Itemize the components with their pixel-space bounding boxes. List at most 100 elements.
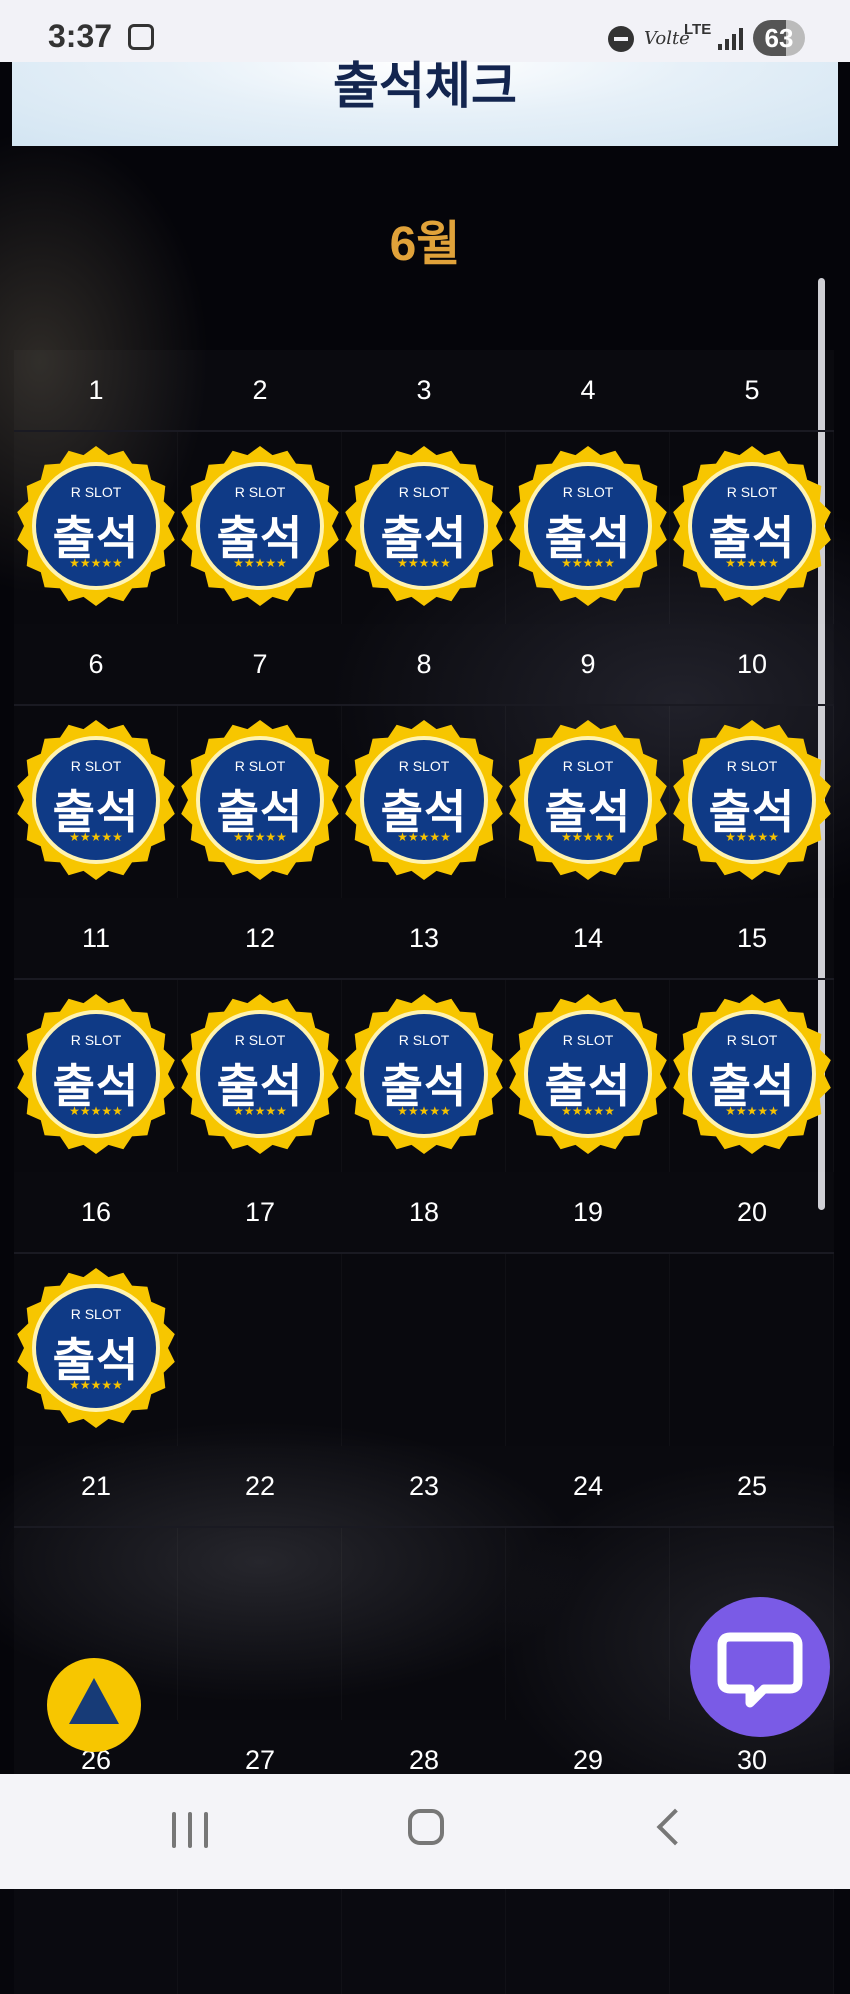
stamp-brand: R SLOT bbox=[398, 484, 450, 500]
triangle-up-icon bbox=[69, 1678, 119, 1724]
day-number: 10 bbox=[670, 624, 834, 704]
day-cell[interactable]: R SLOT출석★★★★★ bbox=[342, 706, 506, 898]
stamp-stars: ★★★★★ bbox=[725, 556, 779, 570]
stamp-brand: R SLOT bbox=[70, 1306, 122, 1322]
day-cell[interactable]: R SLOT출석★★★★★ bbox=[178, 980, 342, 1172]
attendance-stamp: R SLOT 출석 ★★★★★ bbox=[508, 994, 668, 1154]
stamp-stars: ★★★★★ bbox=[561, 556, 615, 570]
stamp-stars: ★★★★★ bbox=[233, 556, 287, 570]
stamp-stars: ★★★★★ bbox=[233, 830, 287, 844]
day-number: 9 bbox=[506, 624, 670, 704]
day-cell[interactable]: R SLOT출석★★★★★ bbox=[178, 1254, 342, 1446]
header-banner: 출석체크 bbox=[12, 58, 838, 146]
day-cell[interactable]: R SLOT출석★★★★★ bbox=[342, 1528, 506, 1720]
attendance-calendar: 12345R SLOT 출석 ★★★★★ R SLOT 출석 ★★★★★ R SLOT 출석 ★… bbox=[14, 350, 834, 1994]
day-cell[interactable]: R SLOT출석★★★★★ bbox=[670, 1254, 834, 1446]
attendance-stamp: R SLOT 출석 ★★★★★ bbox=[672, 446, 832, 606]
day-cell[interactable]: R SLOT출석★★★★★ bbox=[178, 1528, 342, 1720]
stamp-row: R SLOT출석★★★★★R SLOT출석★★★★★R SLOT출석★★★★★R… bbox=[14, 706, 834, 898]
stamp-brand: R SLOT bbox=[562, 484, 614, 500]
calendar-week: 11 12 13 14 15 R SLOT 출석 ★★★★★ R SLOT 출석 ★★★★★ R SL… bbox=[14, 898, 834, 1172]
day-number: 12 bbox=[178, 898, 342, 978]
day-number: 7 bbox=[178, 624, 342, 704]
day-cell[interactable]: R SLOT출석★★★★★ bbox=[342, 1254, 506, 1446]
scroll-top-button[interactable] bbox=[47, 1658, 141, 1752]
recents-icon[interactable] bbox=[172, 1812, 210, 1848]
stamp-brand: R SLOT bbox=[234, 758, 286, 774]
attendance-stamp: R SLOT 출석 ★★★★★ bbox=[672, 994, 832, 1154]
day-number: 15 bbox=[670, 898, 834, 978]
day-cell[interactable]: R SLOT출석★★★★★ bbox=[14, 1254, 178, 1446]
day-number: 20 bbox=[670, 1172, 834, 1252]
chat-button[interactable] bbox=[690, 1597, 830, 1737]
day-cell[interactable]: R SLOT출석★★★★★ bbox=[506, 706, 670, 898]
screenshot-icon bbox=[128, 24, 154, 50]
stamp-row: R SLOT출석★★★★★R SLOT출석★★★★★R SLOT출석★★★★★R… bbox=[14, 1254, 834, 1446]
day-number: 1 bbox=[14, 350, 178, 430]
day-cell[interactable]: R SLOT출석★★★★★ bbox=[178, 706, 342, 898]
day-number: 18 bbox=[342, 1172, 506, 1252]
day-number: 25 bbox=[670, 1446, 834, 1526]
day-number: 24 bbox=[506, 1446, 670, 1526]
attendance-stamp: R SLOT 출석 ★★★★★ bbox=[508, 446, 668, 606]
day-cell[interactable]: R SLOT출석★★★★★ bbox=[506, 1528, 670, 1720]
day-cell[interactable]: R SLOT출석★★★★★ bbox=[506, 432, 670, 624]
stamp-stars: ★★★★★ bbox=[397, 1104, 451, 1118]
attendance-stamp: R SLOT 출석 ★★★★★ bbox=[16, 446, 176, 606]
attendance-stamp: R SLOT 출석 ★★★★★ bbox=[344, 446, 504, 606]
day-cell[interactable]: R SLOT출석★★★★★ bbox=[670, 432, 834, 624]
stamp-row: R SLOT출석★★★★★R SLOT출석★★★★★R SLOT출석★★★★★R… bbox=[14, 432, 834, 624]
stamp-brand: R SLOT bbox=[234, 484, 286, 500]
stamp-stars: ★★★★★ bbox=[69, 1104, 123, 1118]
do-not-disturb-icon bbox=[608, 26, 634, 52]
stamp-brand: R SLOT bbox=[70, 1032, 122, 1048]
stamp-stars: ★★★★★ bbox=[561, 830, 615, 844]
day-number: 23 bbox=[342, 1446, 506, 1526]
attendance-stamp: R SLOT 출석 ★★★★★ bbox=[508, 720, 668, 880]
attendance-stamp: R SLOT 출석 ★★★★★ bbox=[180, 994, 340, 1154]
day-number: 22 bbox=[178, 1446, 342, 1526]
attendance-stamp: R SLOT 출석 ★★★★★ bbox=[344, 720, 504, 880]
signal-icon bbox=[718, 28, 746, 50]
day-number: 11 bbox=[14, 898, 178, 978]
day-number-row: 21 22 23 24 25 bbox=[14, 1446, 834, 1528]
day-cell[interactable]: R SLOT출석★★★★★ bbox=[670, 980, 834, 1172]
day-number: 21 bbox=[14, 1446, 178, 1526]
attendance-stamp: R SLOT 출석 ★★★★★ bbox=[672, 720, 832, 880]
back-icon[interactable] bbox=[656, 1808, 694, 1846]
day-cell[interactable]: R SLOT출석★★★★★ bbox=[342, 980, 506, 1172]
day-cell[interactable]: R SLOT출석★★★★★ bbox=[670, 706, 834, 898]
day-number: 2 bbox=[178, 350, 342, 430]
stamp-brand: R SLOT bbox=[726, 484, 778, 500]
day-cell[interactable]: R SLOT출석★★★★★ bbox=[506, 980, 670, 1172]
day-number: 8 bbox=[342, 624, 506, 704]
day-number: 13 bbox=[342, 898, 506, 978]
stamp-stars: ★★★★★ bbox=[69, 1378, 123, 1392]
day-number: 16 bbox=[14, 1172, 178, 1252]
home-icon[interactable] bbox=[408, 1809, 444, 1845]
stamp-stars: ★★★★★ bbox=[561, 1104, 615, 1118]
stamp-stars: ★★★★★ bbox=[725, 1104, 779, 1118]
stamp-stars: ★★★★★ bbox=[69, 830, 123, 844]
day-cell[interactable]: R SLOT출석★★★★★ bbox=[178, 432, 342, 624]
day-number-row: 12345 bbox=[14, 350, 834, 432]
stamp-brand: R SLOT bbox=[726, 758, 778, 774]
stamp-brand: R SLOT bbox=[398, 1032, 450, 1048]
stamp-brand: R SLOT bbox=[234, 1032, 286, 1048]
day-cell[interactable]: R SLOT출석★★★★★ bbox=[342, 432, 506, 624]
day-number: 5 bbox=[670, 350, 834, 430]
day-number: 3 bbox=[342, 350, 506, 430]
page-title: 출석체크 bbox=[333, 58, 517, 114]
day-cell[interactable]: R SLOT출석★★★★★ bbox=[506, 1254, 670, 1446]
day-number-row: 6 7 8 9 10 bbox=[14, 624, 834, 706]
attendance-stamp: R SLOT 출석 ★★★★★ bbox=[16, 720, 176, 880]
calendar-week: 1617181920R SLOT출석★★★★★R SLOT출석★★★★★R SL… bbox=[14, 1172, 834, 1446]
day-number-row: 16 17 18 19 20 bbox=[14, 1172, 834, 1254]
day-cell[interactable]: R SLOT출석★★★★★ bbox=[14, 706, 178, 898]
day-number: 19 bbox=[506, 1172, 670, 1252]
attendance-stamp: R SLOT 출석 ★★★★★ bbox=[344, 994, 504, 1154]
day-cell[interactable]: R SLOT출석★★★★★ bbox=[14, 432, 178, 624]
stamp-brand: R SLOT bbox=[398, 758, 450, 774]
day-cell[interactable]: R SLOT출석★★★★★ bbox=[14, 980, 178, 1172]
navigation-bar bbox=[0, 1774, 850, 1889]
